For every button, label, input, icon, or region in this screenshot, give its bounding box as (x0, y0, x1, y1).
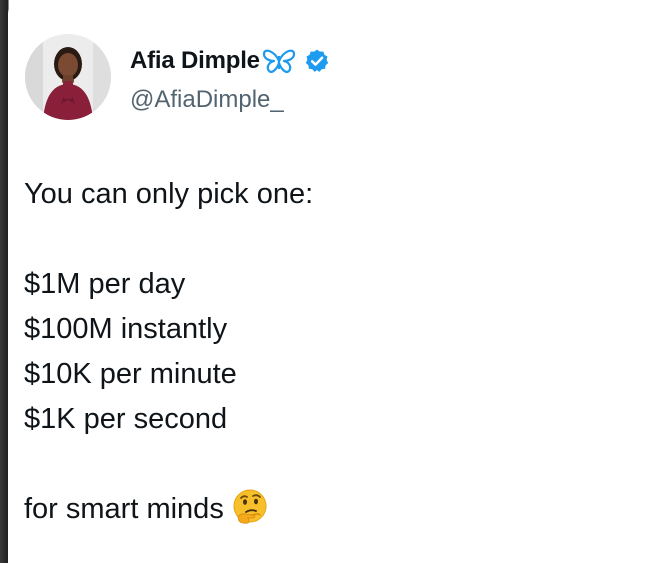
option-line: $100M instantly (24, 313, 228, 345)
screenshot-frame: Afia Dimple @AfiaDimple_ You can only pi… (0, 0, 672, 563)
tweet-body: You can only pick one: $1M per day $100M… (24, 172, 644, 532)
profile-photo (25, 34, 111, 120)
verified-badge-icon (305, 49, 328, 72)
author-display-name[interactable]: Afia Dimple (130, 47, 260, 75)
option-line: $1M per day (24, 268, 186, 300)
tweet-closing-line: for smart minds (24, 487, 644, 532)
butterfly-icon (262, 49, 295, 73)
option-line: $1K per second (24, 403, 228, 435)
tweet-closing-text: for smart minds (24, 493, 224, 525)
avatar[interactable] (25, 34, 111, 120)
tweet-intro: You can only pick one: (24, 178, 314, 210)
thinking-face-icon (233, 489, 267, 524)
author-name-row: Afia Dimple (130, 46, 330, 76)
tweet-card: Afia Dimple @AfiaDimple_ You can only pi… (8, 0, 672, 563)
author-handle[interactable]: @AfiaDimple_ (130, 86, 284, 114)
option-line: $10K per minute (24, 358, 237, 390)
